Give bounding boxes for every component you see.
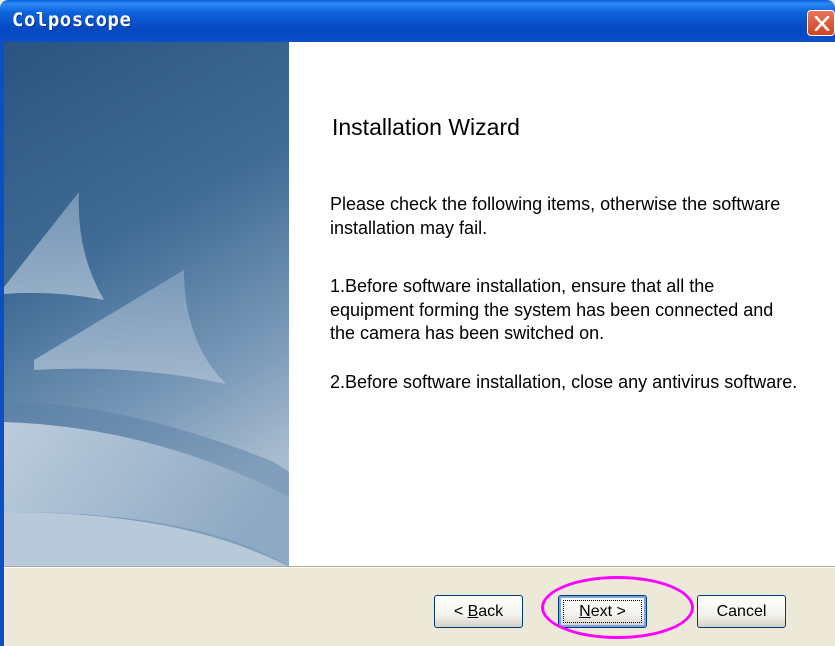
focus-rectangle (563, 600, 642, 623)
intro-text: Please check the following items, otherw… (330, 194, 781, 238)
button-bar: < Back Next > Cancel (4, 566, 835, 646)
window-title: Colposcope (12, 9, 132, 31)
requirement-2-text: 2.Before software installation, close an… (330, 372, 798, 392)
requirement-1-text: 1.Before software installation, ensure t… (330, 276, 774, 343)
installer-window: Colposcope Installation Wizard Please ch… (0, 0, 835, 646)
close-button[interactable] (807, 10, 835, 36)
next-button[interactable]: Next > (558, 595, 647, 628)
back-button[interactable]: < Back (434, 595, 523, 628)
back-button-prefix: < (453, 603, 468, 620)
wizard-content: Installation Wizard Please check the fol… (289, 42, 835, 567)
title-bar[interactable]: Colposcope (0, 0, 835, 42)
wizard-heading: Installation Wizard (332, 114, 520, 140)
close-icon (814, 16, 830, 31)
wizard-side-graphic (4, 42, 289, 567)
back-button-accelerator: B (467, 603, 479, 620)
back-button-label: ack (478, 603, 504, 620)
sail-graphic (4, 42, 289, 567)
cancel-button[interactable]: Cancel (697, 595, 786, 628)
